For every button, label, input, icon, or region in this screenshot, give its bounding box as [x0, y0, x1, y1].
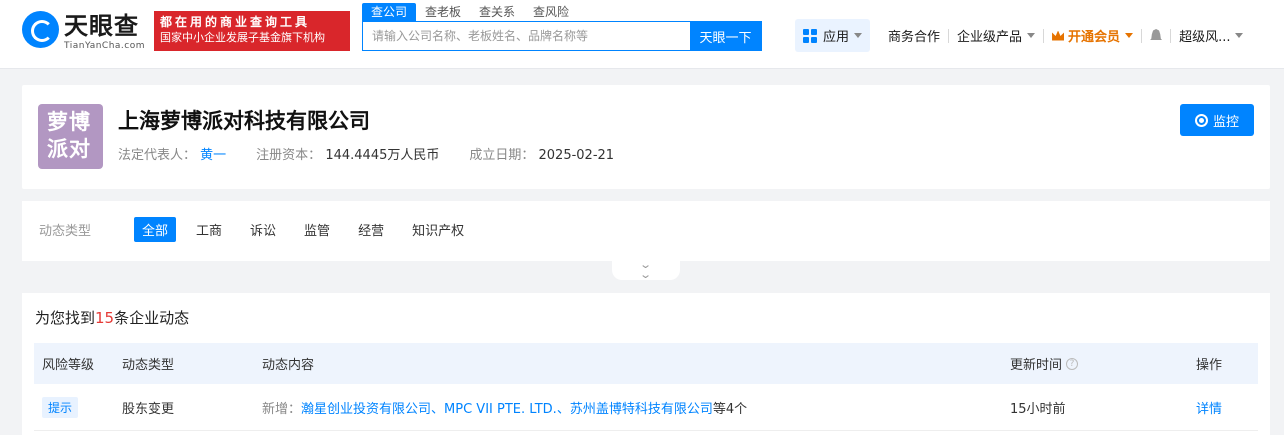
search-tab-risk[interactable]: 查风险: [524, 3, 578, 21]
user-name: 超级风...: [1179, 30, 1231, 45]
bell-icon[interactable]: [1150, 29, 1163, 41]
results-title: 为您找到15条企业动态: [35, 307, 189, 328]
capital-label: 注册资本：: [256, 148, 322, 163]
dynamics-table: 风险等级 动态类型 动态内容 更新时间 ? 操作 提示 股东变更 新增：瀚星创业…: [34, 343, 1258, 431]
chevron-down-icon: [854, 33, 863, 38]
col-risk-level: 风险等级: [42, 358, 95, 373]
table-row: 提示 股东变更 新增：瀚星创业投资有限公司、MPC VII PTE. LTD.、…: [34, 384, 1258, 431]
content-prefix: 新增：: [262, 401, 302, 417]
top-nav: 应用 商务合作 企业级产品 开通会员 超级风...: [795, 19, 1251, 52]
legal-rep-label: 法定代表人：: [118, 148, 197, 163]
content-suffix: 等4个: [712, 401, 748, 417]
filter-card: 动态类型 全部 工商 诉讼 监管 经营 知识产权: [22, 201, 1270, 261]
entity-link[interactable]: MPC VII PTE. LTD.: [444, 402, 557, 417]
help-icon[interactable]: ?: [1066, 357, 1079, 370]
cell-type: 股东变更: [122, 401, 175, 417]
company-meta: 法定代表人： 黄一 注册资本： 144.4445万人民币 成立日期： 2025-…: [118, 144, 644, 163]
cell-action: 详情: [1188, 398, 1258, 417]
col-action: 操作: [1196, 358, 1223, 373]
monitor-button[interactable]: 监控: [1180, 104, 1254, 136]
filter-chip-all[interactable]: 全部: [134, 217, 177, 242]
search-tab-company[interactable]: 查公司: [362, 3, 417, 21]
detail-link[interactable]: 详情: [1196, 402, 1222, 417]
filter-label: 动态类型: [39, 224, 92, 239]
filter-chips: 全部 工商 诉讼 监管 经营 知识产权: [134, 217, 484, 242]
monitor-icon: [1194, 113, 1208, 127]
apps-menu[interactable]: 应用: [795, 19, 871, 52]
search-tab-boss[interactable]: 查老板: [416, 3, 470, 21]
col-update-time-label: 更新时间: [1010, 358, 1063, 373]
cell-risk: 提示: [34, 396, 114, 418]
company-avatar: 萝博 派对: [38, 104, 103, 169]
logo-icon: [22, 11, 59, 48]
search-tabs: 查公司 查老板 查关系 查风险: [362, 3, 578, 21]
crown-icon: [1052, 30, 1065, 41]
enterprise-products-label: 企业级产品: [957, 30, 1023, 45]
company-card: 萝博 派对 上海萝博派对科技有限公司 法定代表人： 黄一 注册资本： 144.4…: [22, 85, 1270, 189]
filter-chip-ip[interactable]: 知识产权: [404, 217, 472, 242]
business-cooperation-link[interactable]: 商务合作: [880, 26, 948, 45]
apps-grid-icon: [803, 28, 817, 43]
results-card: 为您找到15条企业动态 风险等级 动态类型 动态内容 更新时间 ? 操作 提示 …: [22, 293, 1270, 435]
expand-toggle[interactable]: ⌄ ⌄: [612, 258, 680, 281]
entity-separator: 、: [556, 401, 570, 417]
founded-date: 成立日期： 2025-02-21: [469, 144, 614, 163]
founded-label: 成立日期：: [469, 148, 535, 163]
legal-rep-link[interactable]: 黄一: [200, 148, 226, 163]
nav-divider: [1141, 28, 1143, 43]
slogan-line2: 国家中小企业发展子基金旗下机构: [160, 31, 325, 44]
monitor-label: 监控: [1212, 114, 1239, 130]
filter-chip-litigation[interactable]: 诉讼: [242, 217, 284, 242]
chevron-down-icon: [1027, 33, 1036, 38]
top-header: 天眼查 TianYanCha.com 都在用的商业查询工具 国家中小企业发展子基…: [0, 0, 1284, 69]
double-chevron-down-icon: ⌄ ⌄: [639, 258, 653, 281]
slogan-banner: 都在用的商业查询工具 国家中小企业发展子基金旗下机构: [154, 11, 350, 51]
chevron-down-icon: [1235, 33, 1244, 38]
search-box: 天眼一下: [362, 21, 762, 51]
filter-chip-business[interactable]: 工商: [188, 217, 230, 242]
table-header: 风险等级 动态类型 动态内容 更新时间 ? 操作: [34, 343, 1258, 384]
risk-badge: 提示: [42, 396, 79, 418]
filter-chip-regulation[interactable]: 监管: [296, 217, 338, 242]
cell-time: 15小时前: [1010, 401, 1066, 417]
col-dynamic-type: 动态类型: [122, 358, 175, 373]
capital-value: 144.4445万人民币: [325, 148, 440, 163]
entity-link[interactable]: 瀚星创业投资有限公司: [301, 402, 431, 417]
founded-value: 2025-02-21: [538, 148, 615, 163]
company-name[interactable]: 上海萝博派对科技有限公司: [118, 105, 370, 135]
user-menu[interactable]: 超级风...: [1171, 26, 1251, 45]
col-dynamic-content: 动态内容: [262, 358, 315, 373]
results-count: 15: [95, 309, 115, 327]
logo-text: 天眼查: [64, 12, 139, 40]
avatar-line1: 萝博: [47, 110, 91, 134]
vip-label: 开通会员: [1068, 30, 1121, 45]
chevron-down-icon: [1125, 33, 1134, 38]
cell-content: 新增：瀚星创业投资有限公司、MPC VII PTE. LTD.、苏州盖博特科技有…: [254, 398, 1002, 417]
search-input[interactable]: [363, 22, 690, 50]
results-title-prefix: 为您找到: [35, 309, 96, 327]
registered-capital: 注册资本： 144.4445万人民币: [256, 144, 439, 163]
filter-chip-operation[interactable]: 经营: [350, 217, 392, 242]
enterprise-products-menu[interactable]: 企业级产品: [949, 26, 1043, 45]
search-button[interactable]: 天眼一下: [690, 22, 761, 50]
logo-subtext: TianYanCha.com: [64, 41, 146, 51]
apps-label: 应用: [823, 30, 850, 45]
avatar-line2: 派对: [47, 137, 91, 161]
results-title-suffix: 条企业动态: [114, 309, 190, 327]
legal-rep: 法定代表人： 黄一: [118, 144, 226, 163]
entity-link[interactable]: 苏州盖博特科技有限公司: [570, 402, 713, 417]
entity-separator: 、: [431, 401, 445, 417]
search-tab-relation[interactable]: 查关系: [470, 3, 524, 21]
col-update-time: 更新时间 ?: [1002, 354, 1188, 373]
vip-menu[interactable]: 开通会员: [1044, 26, 1141, 45]
logo[interactable]: 天眼查 TianYanCha.com: [22, 11, 150, 51]
slogan-line1: 都在用的商业查询工具: [160, 15, 311, 29]
